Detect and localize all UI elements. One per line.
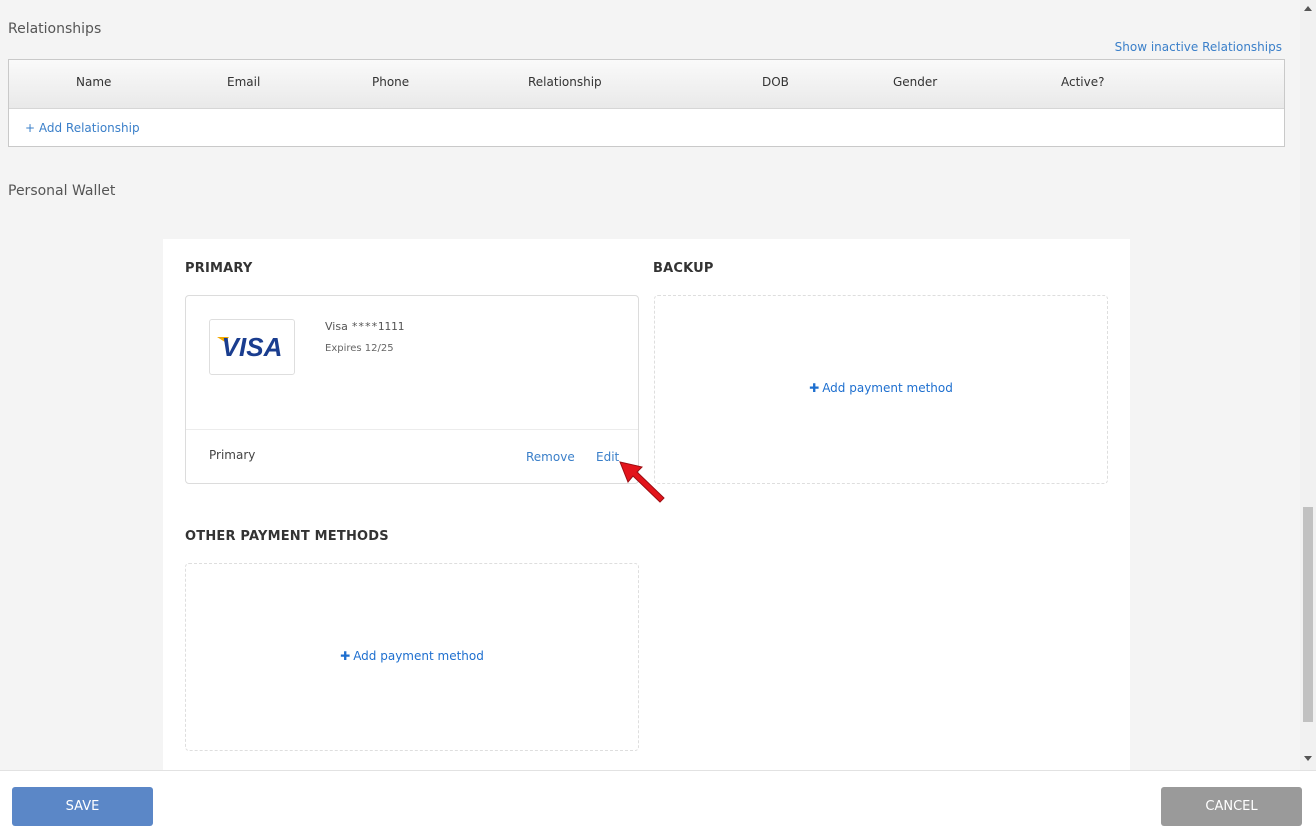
show-inactive-relationships-link[interactable]: Show inactive Relationships [1115, 40, 1282, 54]
card-name: Visa ****1111 [325, 320, 404, 333]
footer-bar: SAVE CANCEL [0, 770, 1316, 837]
column-header-phone[interactable]: Phone [372, 75, 409, 89]
save-button[interactable]: SAVE [12, 787, 153, 826]
visa-logo-graphic: VISA [217, 332, 283, 362]
card-brand-name: Visa [325, 320, 352, 333]
personal-wallet-title: Personal Wallet [8, 183, 116, 199]
card-role-label: Primary [209, 448, 256, 462]
card-masked-number: ****1111 [351, 320, 405, 333]
add-other-payment-button[interactable]: ✚ Add payment method [186, 649, 638, 663]
backup-heading: BACKUP [653, 261, 714, 276]
other-payment-box: ✚ Add payment method [185, 563, 639, 751]
plus-icon: ✚ [340, 649, 351, 663]
add-payment-label: Add payment method [822, 381, 953, 395]
column-header-email[interactable]: Email [227, 75, 260, 89]
card-divider [186, 429, 638, 430]
column-header-name[interactable]: Name [76, 75, 111, 89]
add-relationship-link[interactable]: + Add Relationship [25, 121, 140, 135]
remove-card-link[interactable]: Remove [526, 450, 575, 464]
visa-logo-text: VISA [222, 332, 283, 362]
primary-card: VISA Visa ****1111 Expires 12/25 Primary… [185, 295, 639, 484]
annotation-arrow-icon [619, 461, 665, 503]
add-payment-label: Add payment method [353, 649, 484, 663]
card-expiry: Expires 12/25 [325, 343, 394, 354]
column-header-active[interactable]: Active? [1061, 75, 1105, 89]
vertical-scrollbar[interactable] [1300, 0, 1316, 770]
column-header-gender[interactable]: Gender [893, 75, 937, 89]
primary-heading: PRIMARY [185, 261, 253, 276]
backup-payment-box: ✚ Add payment method [654, 295, 1108, 484]
relationships-title: Relationships [8, 21, 102, 37]
add-backup-payment-button[interactable]: ✚ Add payment method [655, 381, 1107, 395]
other-payment-methods-heading: OTHER PAYMENT METHODS [185, 529, 389, 544]
column-header-dob[interactable]: DOB [762, 75, 789, 89]
visa-logo: VISA [209, 319, 295, 375]
scrollbar-thumb[interactable] [1303, 507, 1313, 722]
scroll-down-icon[interactable] [1304, 756, 1312, 761]
relationships-table: Name Email Phone Relationship DOB Gender… [8, 59, 1285, 147]
wallet-panel: PRIMARY BACKUP VISA Visa ****1111 Expire… [163, 239, 1130, 770]
cancel-button[interactable]: CANCEL [1161, 787, 1302, 826]
column-header-relationship[interactable]: Relationship [528, 75, 602, 89]
relationships-table-header: Name Email Phone Relationship DOB Gender… [9, 60, 1284, 109]
plus-icon: ✚ [809, 381, 820, 395]
scroll-up-icon[interactable] [1304, 6, 1312, 11]
